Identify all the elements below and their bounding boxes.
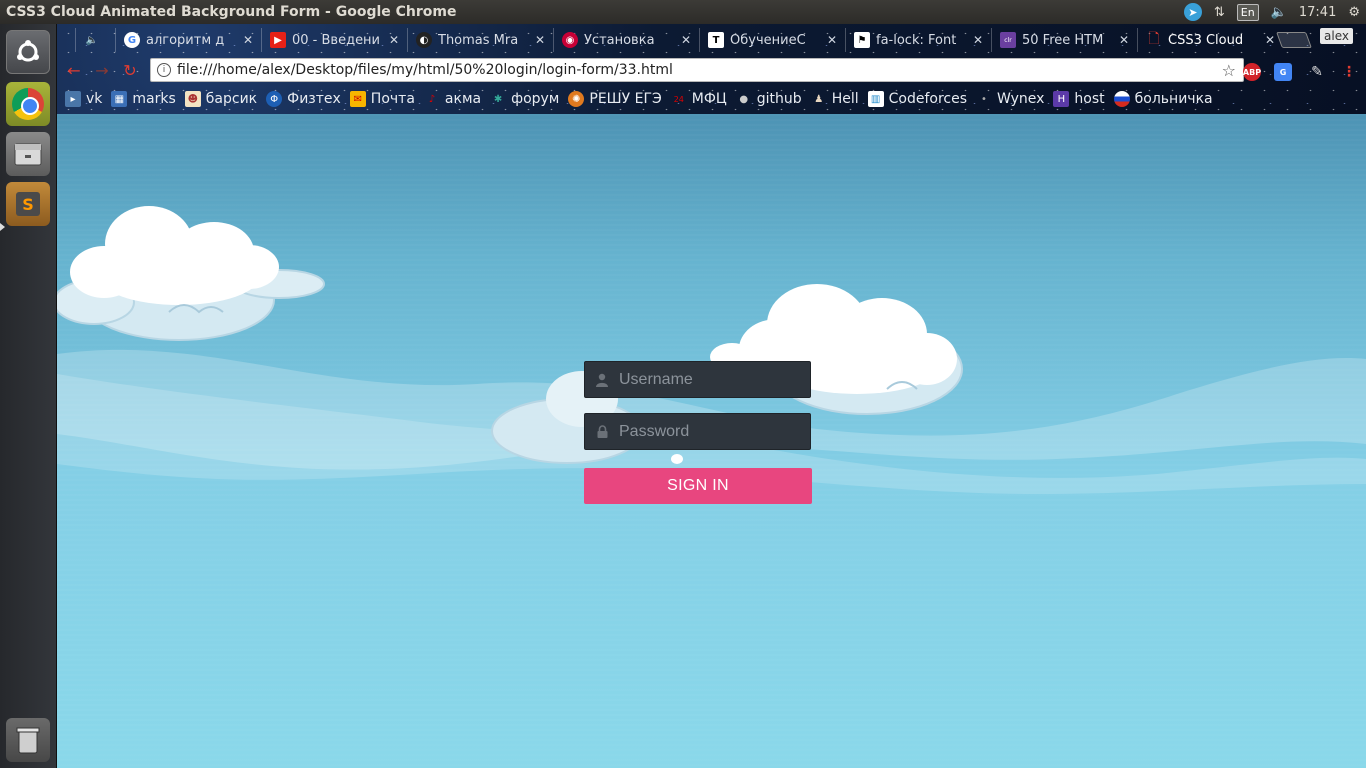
bookmark-hell[interactable]: ♟ Hell <box>811 91 858 107</box>
close-icon[interactable]: ✕ <box>1119 33 1129 47</box>
google-icon: G <box>124 32 140 48</box>
bookmarks-bar: ▸ vk ▦ marks ☻ барсик Φ Физтех ✉ Почта ♪ акма … <box>57 86 1366 112</box>
close-icon[interactable]: ✕ <box>389 33 399 47</box>
chrome-window: 🔈 G алгоритм д ✕ ▶ 00 - Введени ✕ ◐ Thom… <box>57 24 1366 114</box>
lock-icon <box>585 425 619 438</box>
page-viewport: SIGN IN <box>57 114 1366 768</box>
tab-6[interactable]: clr 50 Free HTM ✕ <box>991 28 1137 52</box>
bookmark-wynex[interactable]: • Wynex <box>976 91 1044 107</box>
adblock-plus-icon[interactable]: ABP <box>1243 63 1261 81</box>
dash-icon[interactable] <box>6 30 50 74</box>
cat-icon: ☻ <box>184 91 201 107</box>
speaker-icon: 🔈 <box>85 34 99 46</box>
bookmark-forum[interactable]: ✱ форум <box>490 91 559 107</box>
codeforces-icon: ▥ <box>867 91 884 107</box>
user-icon <box>585 373 619 387</box>
info-icon[interactable]: i <box>157 63 171 77</box>
grid-icon: ▦ <box>111 91 128 107</box>
profile-button[interactable]: alex <box>1320 28 1353 44</box>
ubuntu-top-panel: CSS3 Cloud Animated Background Form - Go… <box>0 0 1366 24</box>
volume-icon[interactable]: 🔈 <box>1265 0 1293 24</box>
russia-flag-icon <box>1113 91 1130 107</box>
bookmark-phystech[interactable]: Φ Физтех <box>266 91 341 107</box>
password-field <box>584 413 811 450</box>
close-icon[interactable]: ✕ <box>827 33 837 47</box>
url-text[interactable]: file:///home/alex/Desktop/files/my/html/… <box>177 62 673 78</box>
sublime-text-icon[interactable]: S <box>6 182 50 226</box>
keyboard-layout-indicator[interactable]: En <box>1231 0 1265 24</box>
more-menu-icon[interactable]: ⋮ <box>1340 63 1358 81</box>
new-tab-button[interactable] <box>1276 32 1312 48</box>
tab-7-active[interactable]: 🗋 CSS3 Cloud ✕ <box>1137 28 1283 52</box>
address-bar[interactable]: i file:///home/alex/Desktop/files/my/htm… <box>150 58 1244 82</box>
bookmark-vk[interactable]: ▸ vk <box>65 91 102 107</box>
telegram-icon[interactable]: ➤ <box>1178 0 1208 24</box>
close-icon[interactable]: ✕ <box>1265 33 1275 47</box>
wynex-icon: • <box>981 93 987 105</box>
reshu-ege-icon: ✺ <box>568 91 585 107</box>
bookmark-github[interactable]: ● github <box>736 91 801 107</box>
t-letter-icon: T <box>708 32 724 48</box>
document-icon: 🗋 <box>1148 31 1160 47</box>
cloud-decoration <box>57 206 325 341</box>
bookmark-mfc[interactable]: 24 МФЦ <box>671 91 727 107</box>
bookmark-marks[interactable]: ▦ marks <box>111 91 176 107</box>
tab-3[interactable]: ◉ Установка ✕ <box>553 28 699 52</box>
svg-text:S: S <box>22 195 34 214</box>
back-arrow-icon[interactable]: ← <box>65 62 83 80</box>
phystech-icon: Φ <box>266 91 283 107</box>
clock[interactable]: 17:41 <box>1293 0 1342 24</box>
tab-5[interactable]: ⚑ fa-lock: Font ✕ <box>845 28 991 52</box>
running-indicator <box>0 223 5 231</box>
bookmark-star-icon[interactable]: ☆ <box>1222 61 1236 80</box>
tab-1[interactable]: ▶ 00 - Введени ✕ <box>261 28 407 52</box>
mail-icon: ✉ <box>349 91 366 107</box>
close-icon[interactable]: ✕ <box>243 33 253 47</box>
colorlib-icon: clr <box>1000 32 1016 48</box>
eyedropper-icon[interactable]: ✎ <box>1308 63 1326 81</box>
files-icon[interactable] <box>6 132 50 176</box>
github-icon: ● <box>739 93 749 105</box>
vk-icon: ▸ <box>65 91 81 107</box>
sign-in-button[interactable]: SIGN IN <box>584 468 812 504</box>
forward-arrow-icon[interactable]: → <box>93 62 111 80</box>
close-icon[interactable]: ✕ <box>973 33 983 47</box>
bookmark-reshu-ege[interactable]: ✺ РЕШУ ЕГЭ <box>568 91 662 107</box>
settings-gear-icon[interactable]: ⚙ <box>1342 0 1366 24</box>
login-form: SIGN IN <box>584 361 812 504</box>
debian-icon: ◉ <box>562 32 578 48</box>
github-octocat-icon: ◐ <box>416 32 432 48</box>
close-icon[interactable]: ✕ <box>681 33 691 47</box>
bookmark-mail[interactable]: ✉ Почта <box>349 91 415 107</box>
youtube-icon: ▶ <box>270 32 286 48</box>
username-input[interactable] <box>619 362 809 397</box>
mfc-icon: 24 <box>673 94 684 104</box>
password-input[interactable] <box>619 414 809 449</box>
system-tray: ➤ ⇅ En 🔈 17:41 ⚙ <box>1178 0 1366 24</box>
tab-strip: 🔈 G алгоритм д ✕ ▶ 00 - Введени ✕ ◐ Thom… <box>57 26 1366 52</box>
tab-2[interactable]: ◐ Thomas Mra ✕ <box>407 28 553 52</box>
trash-icon[interactable] <box>6 718 50 762</box>
browser-toolbar: ← → ↻ i file:///home/alex/Desktop/files/… <box>57 56 1366 84</box>
akma-icon: ♪ <box>428 93 436 105</box>
window-title: CSS3 Cloud Animated Background Form - Go… <box>6 4 457 20</box>
bookmark-hospital[interactable]: больничка <box>1113 91 1213 107</box>
forum-icon: ✱ <box>493 93 503 105</box>
bookmark-barsik[interactable]: ☻ барсик <box>184 91 257 107</box>
username-field <box>584 361 811 398</box>
google-translate-icon[interactable]: G <box>1274 63 1292 81</box>
reload-icon[interactable]: ↻ <box>121 62 139 80</box>
host-icon: H <box>1053 91 1070 107</box>
unity-launcher: S <box>0 24 57 768</box>
close-icon[interactable]: ✕ <box>535 33 545 47</box>
flag-icon: ⚑ <box>854 32 870 48</box>
bookmark-akma[interactable]: ♪ акма <box>424 91 481 107</box>
tab-0[interactable]: G алгоритм д ✕ <box>115 28 261 52</box>
bookmark-codeforces[interactable]: ▥ Codeforces <box>867 91 967 107</box>
chrome-icon[interactable] <box>6 82 50 126</box>
person-icon: ♟ <box>814 93 824 105</box>
network-icon[interactable]: ⇅ <box>1208 0 1231 24</box>
tab-4[interactable]: T ОбучениеС ✕ <box>699 28 845 52</box>
bookmark-host[interactable]: Hhost <box>1053 91 1105 107</box>
